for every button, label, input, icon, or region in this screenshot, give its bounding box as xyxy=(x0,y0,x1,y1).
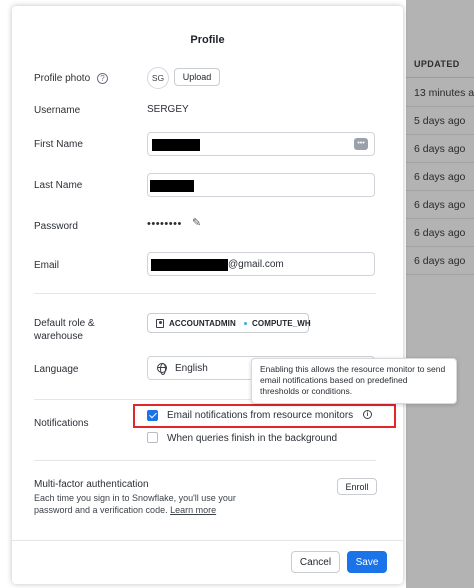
language-label: Language xyxy=(34,364,79,375)
username-label: Username xyxy=(34,105,81,116)
notification-tooltip: Enabling this allows the resource monito… xyxy=(251,358,457,404)
table-row: 6 days ago xyxy=(406,247,474,275)
email-suffix: @gmail.com xyxy=(228,259,284,270)
person-icon xyxy=(156,319,164,328)
profile-photo-label: Profile photo xyxy=(34,73,91,84)
role-name: ACCOUNTADMIN xyxy=(169,319,236,328)
upload-button[interactable]: Upload xyxy=(174,68,220,86)
queries-finish-label: When queries finish in the background xyxy=(167,433,338,444)
resource-monitors-label: Email notifications from resource monito… xyxy=(167,410,354,421)
table-row: 5 days ago xyxy=(406,107,474,135)
modal-title: Profile xyxy=(190,34,225,46)
email-input[interactable]: @gmail.com xyxy=(147,252,375,276)
table-row: 6 days ago xyxy=(406,191,474,219)
enroll-button[interactable]: Enroll xyxy=(337,478,377,495)
mfa-description: Each time you sign in to Snowflake, you'… xyxy=(34,493,236,515)
keypad-icon[interactable]: ••• xyxy=(354,138,368,150)
footer-divider xyxy=(12,540,403,541)
table-row: 6 days ago xyxy=(406,163,474,191)
language-value: English xyxy=(175,363,208,374)
save-button[interactable]: Save xyxy=(347,551,387,573)
cancel-button[interactable]: Cancel xyxy=(291,551,340,573)
default-role-label: Default role & warehouse xyxy=(34,318,95,342)
role-warehouse-chip[interactable]: ACCOUNTADMIN COMPUTE_WH xyxy=(147,313,311,333)
password-value: •••••••• xyxy=(147,218,182,230)
section-divider xyxy=(34,293,376,294)
globe-icon xyxy=(157,363,167,375)
redacted-first-name xyxy=(152,139,200,151)
redacted-email-local xyxy=(151,259,228,271)
help-icon[interactable]: ? xyxy=(97,73,108,84)
first-name-label: First Name xyxy=(34,139,83,150)
avatar: SG xyxy=(147,67,169,89)
last-name-input[interactable] xyxy=(147,173,375,197)
notifications-label: Notifications xyxy=(34,418,89,429)
table-row: 6 days ago xyxy=(406,219,474,247)
last-name-label: Last Name xyxy=(34,180,83,191)
table-row: 13 minutes ago xyxy=(406,79,474,107)
username-value: SERGEY xyxy=(147,104,189,115)
redacted-last-name xyxy=(150,180,194,192)
profile-modal: Profile Profile photo ? SG Upload Userna… xyxy=(12,6,403,584)
learn-more-link[interactable]: Learn more xyxy=(170,505,216,515)
first-name-input[interactable]: ••• xyxy=(147,132,375,156)
edit-pencil-icon[interactable]: ✎ xyxy=(192,216,201,229)
info-icon[interactable]: i xyxy=(363,410,372,419)
warehouse-name: COMPUTE_WH xyxy=(252,319,311,328)
password-label: Password xyxy=(34,221,78,232)
queries-finish-checkbox[interactable] xyxy=(147,432,158,443)
separator-dot xyxy=(244,322,247,325)
column-header-updated: UPDATED xyxy=(406,48,474,78)
section-divider xyxy=(34,460,376,461)
table-row: 6 days ago xyxy=(406,135,474,163)
email-label: Email xyxy=(34,260,60,271)
resource-monitors-checkbox[interactable] xyxy=(147,410,158,421)
mfa-title: Multi-factor authentication xyxy=(34,479,149,490)
background-table: UPDATED 13 minutes ago 5 days ago 6 days… xyxy=(406,0,474,588)
